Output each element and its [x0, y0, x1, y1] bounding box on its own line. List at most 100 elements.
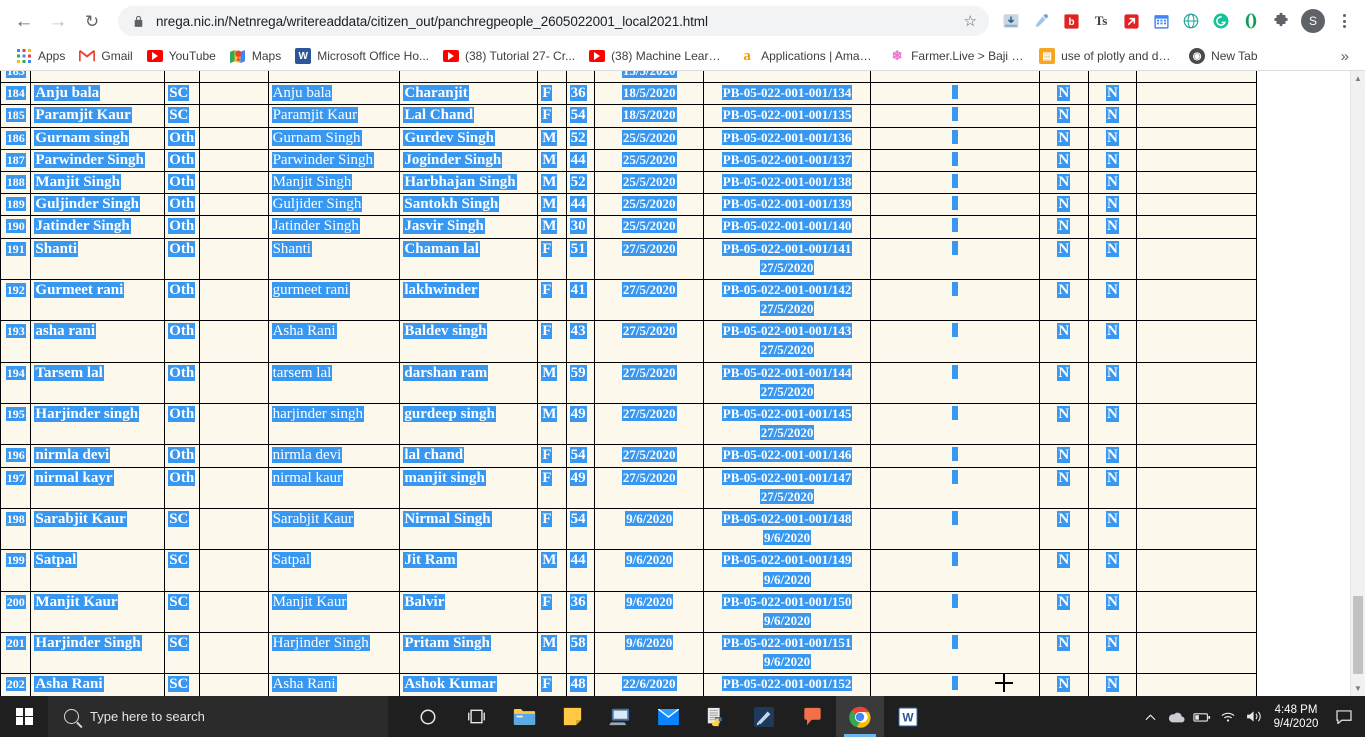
taskbar-search-box[interactable]: Type here to search — [48, 696, 388, 737]
notifications-button[interactable] — [1329, 696, 1359, 737]
puzzle-extension-icon[interactable] — [1268, 8, 1294, 34]
chrome-icon[interactable] — [836, 696, 884, 737]
bookmark-star-icon[interactable]: ☆ — [964, 12, 977, 30]
dropper-extension-icon[interactable] — [1028, 8, 1054, 34]
cell-father-husband-name: Gurdev Singh — [399, 126, 539, 150]
note-extension-icon[interactable] — [1238, 8, 1264, 34]
mail-icon[interactable] — [644, 696, 692, 737]
cell-serial-number: 195 — [0, 402, 32, 446]
task-view-icon[interactable] — [452, 696, 500, 737]
profile-avatar[interactable]: S — [1301, 9, 1325, 33]
tabs-saver-extension-icon[interactable]: Ts — [1088, 8, 1114, 34]
calendar-extension-icon[interactable] — [1148, 8, 1174, 34]
bookmark-microsoft-office[interactable]: W Microsoft Office Ho... — [289, 46, 437, 66]
cortana-icon[interactable] — [404, 696, 452, 737]
cell-father-husband-name: Baldev singh — [399, 320, 539, 363]
cell-category: SC — [164, 507, 200, 551]
word-icon[interactable]: W — [884, 696, 932, 737]
grammarly-extension-icon[interactable] — [1208, 8, 1234, 34]
bookmark-maps[interactable]: Maps — [224, 46, 289, 66]
remote-desktop-icon[interactable] — [596, 696, 644, 737]
cell-father-husband-name: Balvir — [399, 590, 539, 634]
cell-gender: M — [537, 549, 567, 592]
bookmark-machine-learning[interactable]: (38) Machine Learni... — [583, 47, 733, 65]
bookmark-youtube[interactable]: YouTube — [141, 47, 224, 65]
taskbar-clock[interactable]: 4:48 PM 9/4/2020 — [1267, 703, 1329, 731]
cell-flag-one: N — [1038, 237, 1089, 280]
cell-flag-two: N — [1087, 320, 1138, 363]
scrollbar-thumb[interactable] — [1353, 596, 1363, 674]
cell-head-of-household: Guljinder Singh — [30, 193, 166, 217]
browser-menu-button[interactable] — [1331, 6, 1357, 36]
cell-flag-one: N — [1038, 361, 1089, 405]
cell-serial-number: 202 — [0, 673, 32, 696]
cell-flag-one: N — [1038, 126, 1089, 150]
cell-head-of-household: Gurnam singh — [30, 126, 166, 150]
cell-applicant-name: Manjit Singh — [267, 170, 401, 195]
bookmark-plotly-dash[interactable]: ▤ use of plotly and da... — [1033, 46, 1183, 66]
cell-father-husband-name: Charanjit — [399, 82, 539, 106]
bookmark-gmail[interactable]: Gmail — [73, 46, 140, 66]
start-button[interactable] — [0, 696, 48, 737]
cell-category: SC — [164, 673, 200, 696]
bookmarks-overflow-button[interactable]: » — [1341, 48, 1355, 65]
cell-gender: F — [537, 507, 567, 551]
vertical-scrollbar[interactable]: ▲ ▼ — [1350, 71, 1365, 696]
table-row: 198 Sarabjit Kaur SC Sarabjit Kaur Nirmal Si… — [0, 507, 1257, 551]
cell-blank — [198, 466, 269, 509]
cell-father-husband-name: Harbhajan Singh — [399, 170, 539, 195]
arrow-extension-icon[interactable] — [1118, 8, 1144, 34]
cell-registration-date: 27/5/2020 — [593, 361, 705, 405]
bookmark-apps[interactable]: Apps — [10, 46, 73, 66]
cell-registration-date: 25/5/2020 — [593, 170, 705, 195]
back-button[interactable]: ← — [8, 5, 40, 37]
scroll-down-arrow[interactable]: ▼ — [1351, 681, 1365, 696]
bookmark-label: YouTube — [168, 49, 216, 63]
cell-applicant-name: gurmeet rani — [267, 278, 401, 322]
python-icon[interactable] — [692, 696, 740, 737]
address-bar[interactable]: nrega.nic.in/Netnrega/writereaddata/citi… — [118, 6, 989, 36]
cell-blank — [198, 215, 269, 239]
show-hidden-icons-button[interactable] — [1137, 696, 1163, 737]
bookmark-farmer-live[interactable]: ❄ Farmer.Live > Baji B... — [883, 46, 1033, 66]
cell-father-husband-name: Ashok Kumar — [399, 673, 539, 696]
battery-icon[interactable] — [1189, 696, 1215, 737]
cell-serial-number: 189 — [0, 193, 32, 217]
cell-age: 41 — [565, 278, 595, 322]
wifi-icon[interactable] — [1215, 696, 1241, 737]
cell-gender: M — [537, 402, 567, 446]
downloads-extension-icon[interactable] — [998, 8, 1024, 34]
forward-button[interactable]: → — [42, 5, 74, 37]
cell-flag-two: N — [1087, 402, 1138, 446]
cell-blank-wide — [869, 590, 1040, 634]
cell-applicant-name: Parwinder Singh — [267, 148, 401, 172]
cell-blank-last — [1136, 590, 1257, 634]
bitwarden-extension-icon[interactable]: b — [1058, 8, 1084, 34]
table-row: 188 Manjit Singh Oth Manjit Singh Harbhajan … — [0, 170, 1257, 195]
cell-father-husband-name: Chaman lal — [399, 237, 539, 280]
chat-icon[interactable] — [788, 696, 836, 737]
cell-job-card-number: PB-05-022-001-001/136 — [703, 126, 871, 150]
editor-icon[interactable] — [740, 696, 788, 737]
cell-blank — [198, 590, 269, 634]
bookmark-tutorial-27[interactable]: (38) Tutorial 27- Cr... — [437, 47, 583, 65]
cell-age: 30 — [565, 215, 595, 239]
onedrive-icon[interactable] — [1163, 696, 1189, 737]
cell-gender: M — [537, 215, 567, 239]
bookmark-amazon-applications[interactable]: a Applications | Amaz... — [733, 46, 883, 66]
table-row: 192 Gurmeet rani Oth gurmeet rani lakhwinder… — [0, 278, 1257, 322]
sticky-notes-icon[interactable] — [548, 696, 596, 737]
cell-blank-last — [1136, 170, 1257, 195]
globe-extension-icon[interactable] — [1178, 8, 1204, 34]
cell-gender: F — [537, 237, 567, 280]
cell-job-card-number: PB-05-022-001-001/140 — [703, 215, 871, 239]
bookmark-new-tab[interactable]: ◉ New Tab — [1183, 46, 1265, 66]
cell-serial-number: 197 — [0, 466, 32, 509]
volume-icon[interactable] — [1241, 696, 1267, 737]
cell-applicant-name: Asha Rani — [267, 673, 401, 696]
file-explorer-icon[interactable] — [500, 696, 548, 737]
scroll-up-arrow[interactable]: ▲ — [1351, 71, 1365, 86]
cell-serial-number: 183 — [0, 71, 32, 84]
cell-registration-date: 25/5/2020 — [593, 148, 705, 172]
reload-button[interactable]: ↻ — [76, 5, 108, 37]
